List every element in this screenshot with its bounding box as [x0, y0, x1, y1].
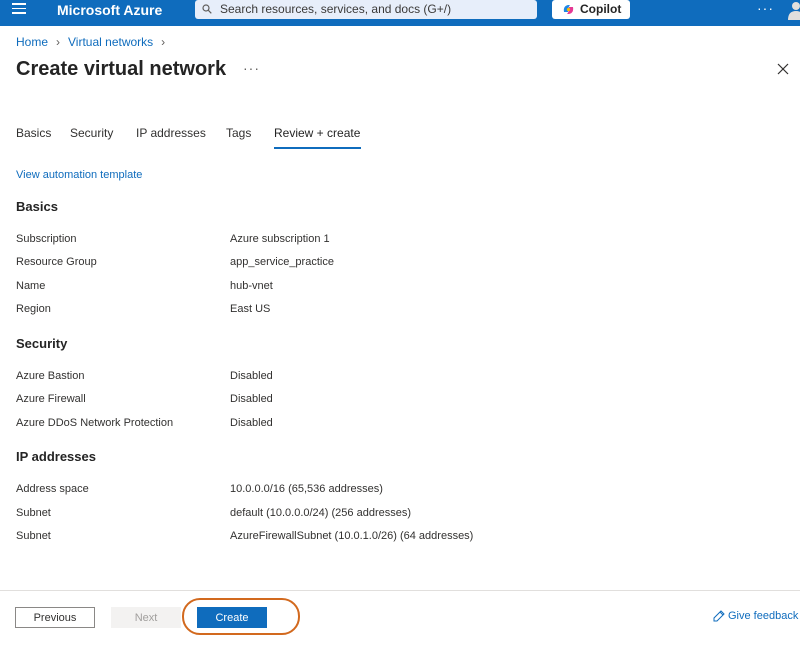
- azure-bastion-label: Azure Bastion: [16, 370, 85, 382]
- subscription-value: Azure subscription 1: [230, 233, 330, 245]
- ddos-protection-value: Disabled: [230, 417, 273, 429]
- more-options-icon[interactable]: ···: [243, 60, 260, 76]
- menu-icon[interactable]: [12, 3, 26, 15]
- resource-group-label: Resource Group: [16, 256, 97, 268]
- region-value: East US: [230, 303, 271, 315]
- subnet-value: AzureFirewallSubnet (10.0.1.0/26) (64 ad…: [230, 530, 474, 542]
- tab-security[interactable]: Security: [70, 126, 113, 140]
- give-feedback-link[interactable]: Give feedback: [713, 610, 798, 622]
- subscription-label: Subscription: [16, 233, 77, 245]
- previous-button[interactable]: Previous: [15, 607, 95, 628]
- address-space-value: 10.0.0.0/16 (65,536 addresses): [230, 483, 383, 495]
- avatar[interactable]: [786, 0, 800, 20]
- breadcrumb-virtual-networks[interactable]: Virtual networks: [68, 35, 153, 49]
- ddos-protection-label: Azure DDoS Network Protection: [16, 417, 174, 429]
- region-label: Region: [16, 303, 51, 315]
- azure-firewall-label: Azure Firewall: [16, 393, 86, 405]
- next-button[interactable]: Next: [111, 607, 181, 628]
- resource-group-value: app_service_practice: [230, 256, 334, 268]
- subnet-value: default (10.0.0.0/24) (256 addresses): [230, 507, 412, 519]
- brand-title[interactable]: Microsoft Azure: [57, 2, 162, 18]
- subnet-label: Subnet: [16, 507, 51, 519]
- address-space-label: Address space: [16, 483, 89, 495]
- copilot-icon: [563, 5, 574, 14]
- feedback-icon: [713, 610, 725, 622]
- search-icon: [202, 4, 212, 14]
- breadcrumb-home[interactable]: Home: [16, 35, 48, 49]
- search-input[interactable]: Search resources, services, and docs (G+…: [195, 0, 537, 19]
- chevron-right-icon: ›: [161, 35, 166, 49]
- name-value: hub-vnet: [230, 280, 273, 292]
- section-ip-addresses-title: IP addresses: [16, 449, 96, 464]
- tab-tags[interactable]: Tags: [226, 126, 251, 140]
- top-bar: Microsoft Azure Search resources, servic…: [0, 0, 800, 26]
- footer-divider: [0, 590, 800, 591]
- copilot-button[interactable]: Copilot: [552, 0, 630, 19]
- page-title: Create virtual network: [16, 58, 227, 80]
- chevron-right-icon: ›: [56, 35, 61, 49]
- close-icon[interactable]: [776, 62, 790, 76]
- subnet-label: Subnet: [16, 530, 51, 542]
- breadcrumb: Home › Virtual networks ›: [16, 35, 173, 49]
- view-automation-template-link[interactable]: View automation template: [16, 169, 142, 181]
- section-security-title: Security: [16, 336, 68, 351]
- search-placeholder: Search resources, services, and docs (G+…: [220, 2, 452, 16]
- more-options-icon[interactable]: ···: [757, 0, 774, 16]
- create-button[interactable]: Create: [197, 607, 267, 628]
- section-basics-title: Basics: [16, 199, 58, 214]
- give-feedback-label: Give feedback: [728, 610, 799, 622]
- active-tab-indicator: [274, 147, 361, 149]
- azure-firewall-value: Disabled: [230, 393, 273, 405]
- tab-review-create[interactable]: Review + create: [274, 126, 360, 140]
- tab-ip-addresses[interactable]: IP addresses: [136, 126, 206, 140]
- copilot-label: Copilot: [580, 2, 622, 16]
- name-label: Name: [16, 280, 46, 292]
- azure-bastion-value: Disabled: [230, 370, 273, 382]
- tab-basics[interactable]: Basics: [16, 126, 51, 140]
